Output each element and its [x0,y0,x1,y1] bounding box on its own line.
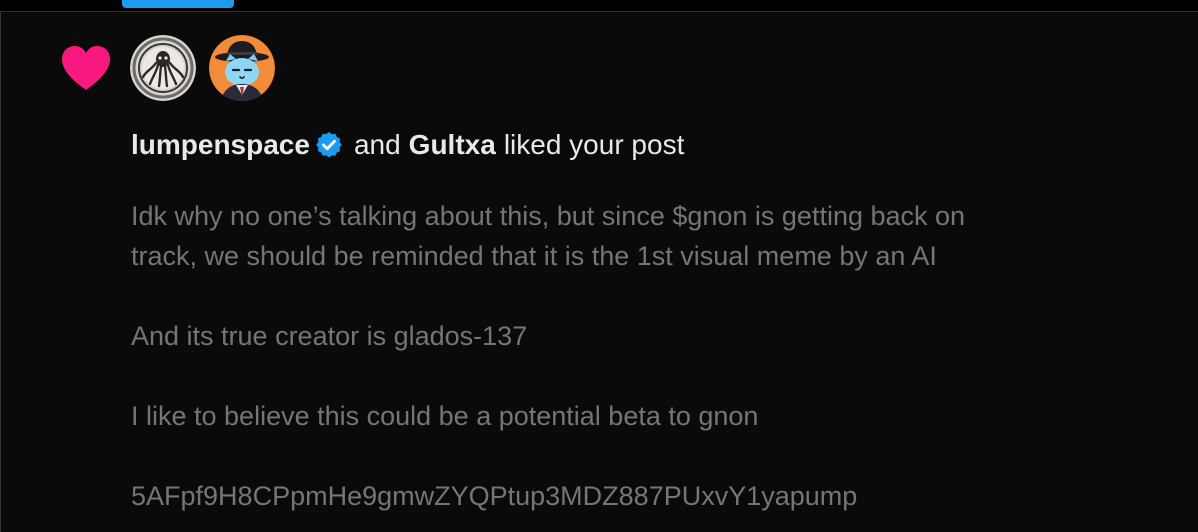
user-link-gultxa[interactable]: Gultxa [409,125,496,165]
headline-action: liked your post [503,129,685,160]
notification-headline: lumpenspace and Gultxa liked your post [131,125,684,165]
post-text-line[interactable]: track, we should be reminded that it is … [131,236,937,276]
post-text-line[interactable]: I like to believe this could be a potent… [131,396,758,436]
blue-cat-fedora-avatar-icon [209,35,275,101]
post-text-line[interactable]: 5AFpf9H8CPpmHe9gmwZYQPtup3MDZ887PUxvY1ya… [131,476,857,516]
active-tab-indicator [122,0,234,8]
heart-icon [62,46,110,90]
headline-connector: and [353,129,401,160]
post-text-line[interactable]: Idk why no one’s talking about this, but… [131,196,965,236]
notifications-page: lumpenspace and Gultxa liked your post I… [0,0,1198,532]
avatar-gultxa[interactable] [209,35,275,101]
post-text-line[interactable]: And its true creator is glados-137 [131,316,527,356]
like-notification[interactable]: lumpenspace and Gultxa liked your post I… [1,12,1198,532]
verified-badge-icon [316,132,342,158]
avatar-lumpenspace[interactable] [130,35,196,101]
tab-strip [0,0,1198,12]
user-link-lumpenspace[interactable]: lumpenspace [131,125,310,165]
octopus-seal-avatar-icon [130,35,196,101]
